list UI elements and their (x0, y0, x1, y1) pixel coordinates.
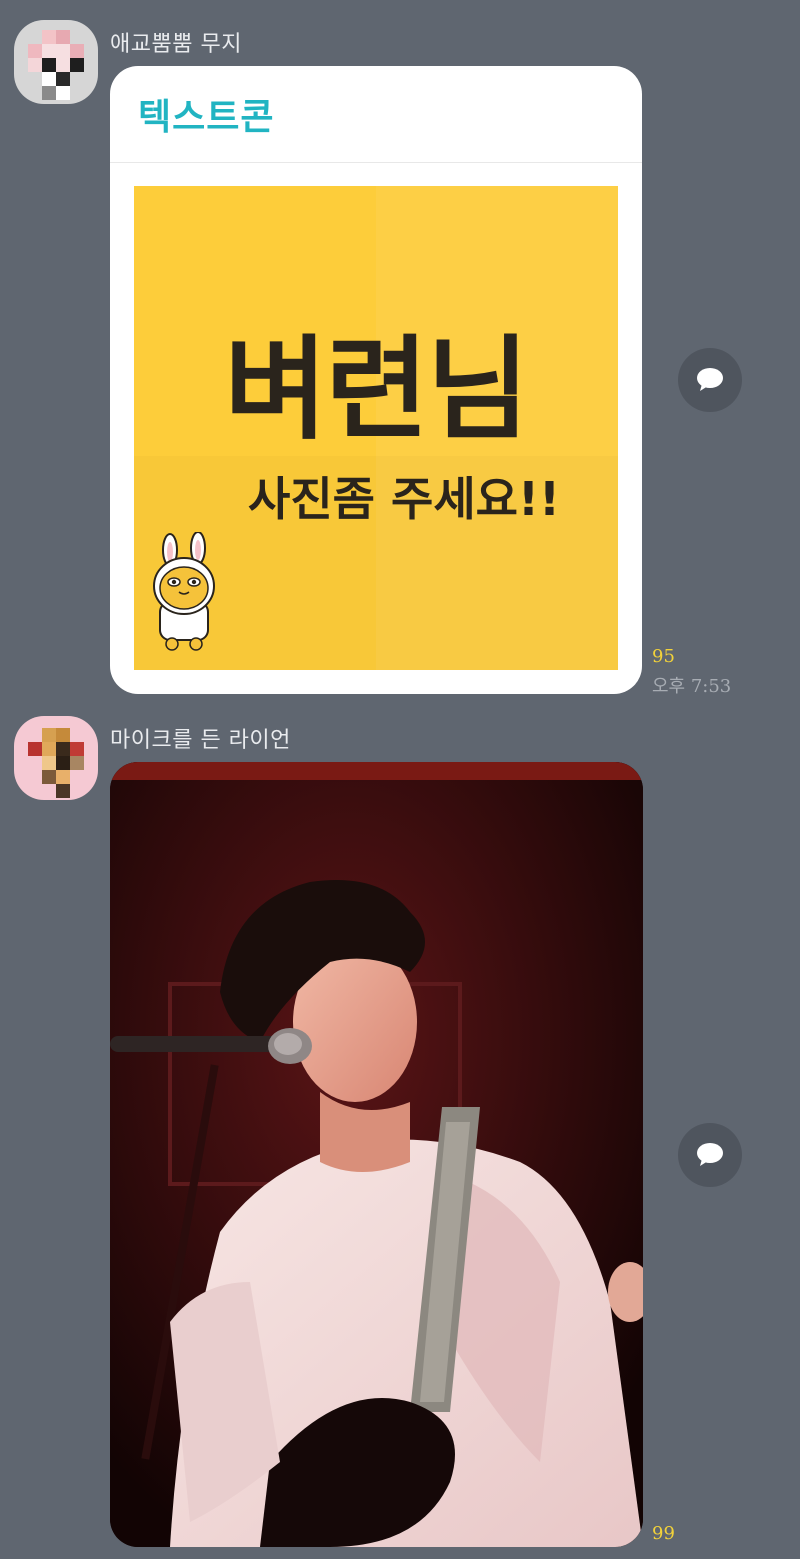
sender-name: 애교뿜뿜 무지 (110, 32, 242, 57)
speech-bubble-icon (697, 368, 723, 391)
sender-avatar[interactable] (14, 716, 98, 800)
textcon-card[interactable]: 텍스트콘 벼련님 사진좀 주세요!! (110, 66, 642, 694)
card-header-label: 텍스트콘 (138, 97, 275, 138)
unread-count: 99 (652, 1523, 675, 1544)
bunny-character-icon (153, 532, 215, 651)
emoticon-sub-text: 사진좀 주세요!! (248, 472, 560, 526)
emoticon-main-text: 벼련님 (224, 325, 529, 455)
unread-count: 95 (652, 646, 675, 667)
message-group-1: 애교뿜뿜 무지 텍스트콘 벼련님 사진좀 주세요!! 95 오후 7:53 (0, 0, 800, 700)
message-time: 오후 7:53 (652, 676, 732, 697)
emoticon-image[interactable]: 벼련님 사진좀 주세요!! (134, 186, 618, 670)
sender-name: 마이크를 든 라이언 (110, 728, 291, 753)
speech-bubble-icon (697, 1143, 723, 1166)
shared-photo[interactable] (110, 762, 643, 1547)
reply-button[interactable] (678, 1123, 742, 1187)
card-header: 텍스트콘 (110, 66, 642, 163)
reply-button[interactable] (678, 348, 742, 412)
sender-avatar[interactable] (14, 20, 98, 104)
